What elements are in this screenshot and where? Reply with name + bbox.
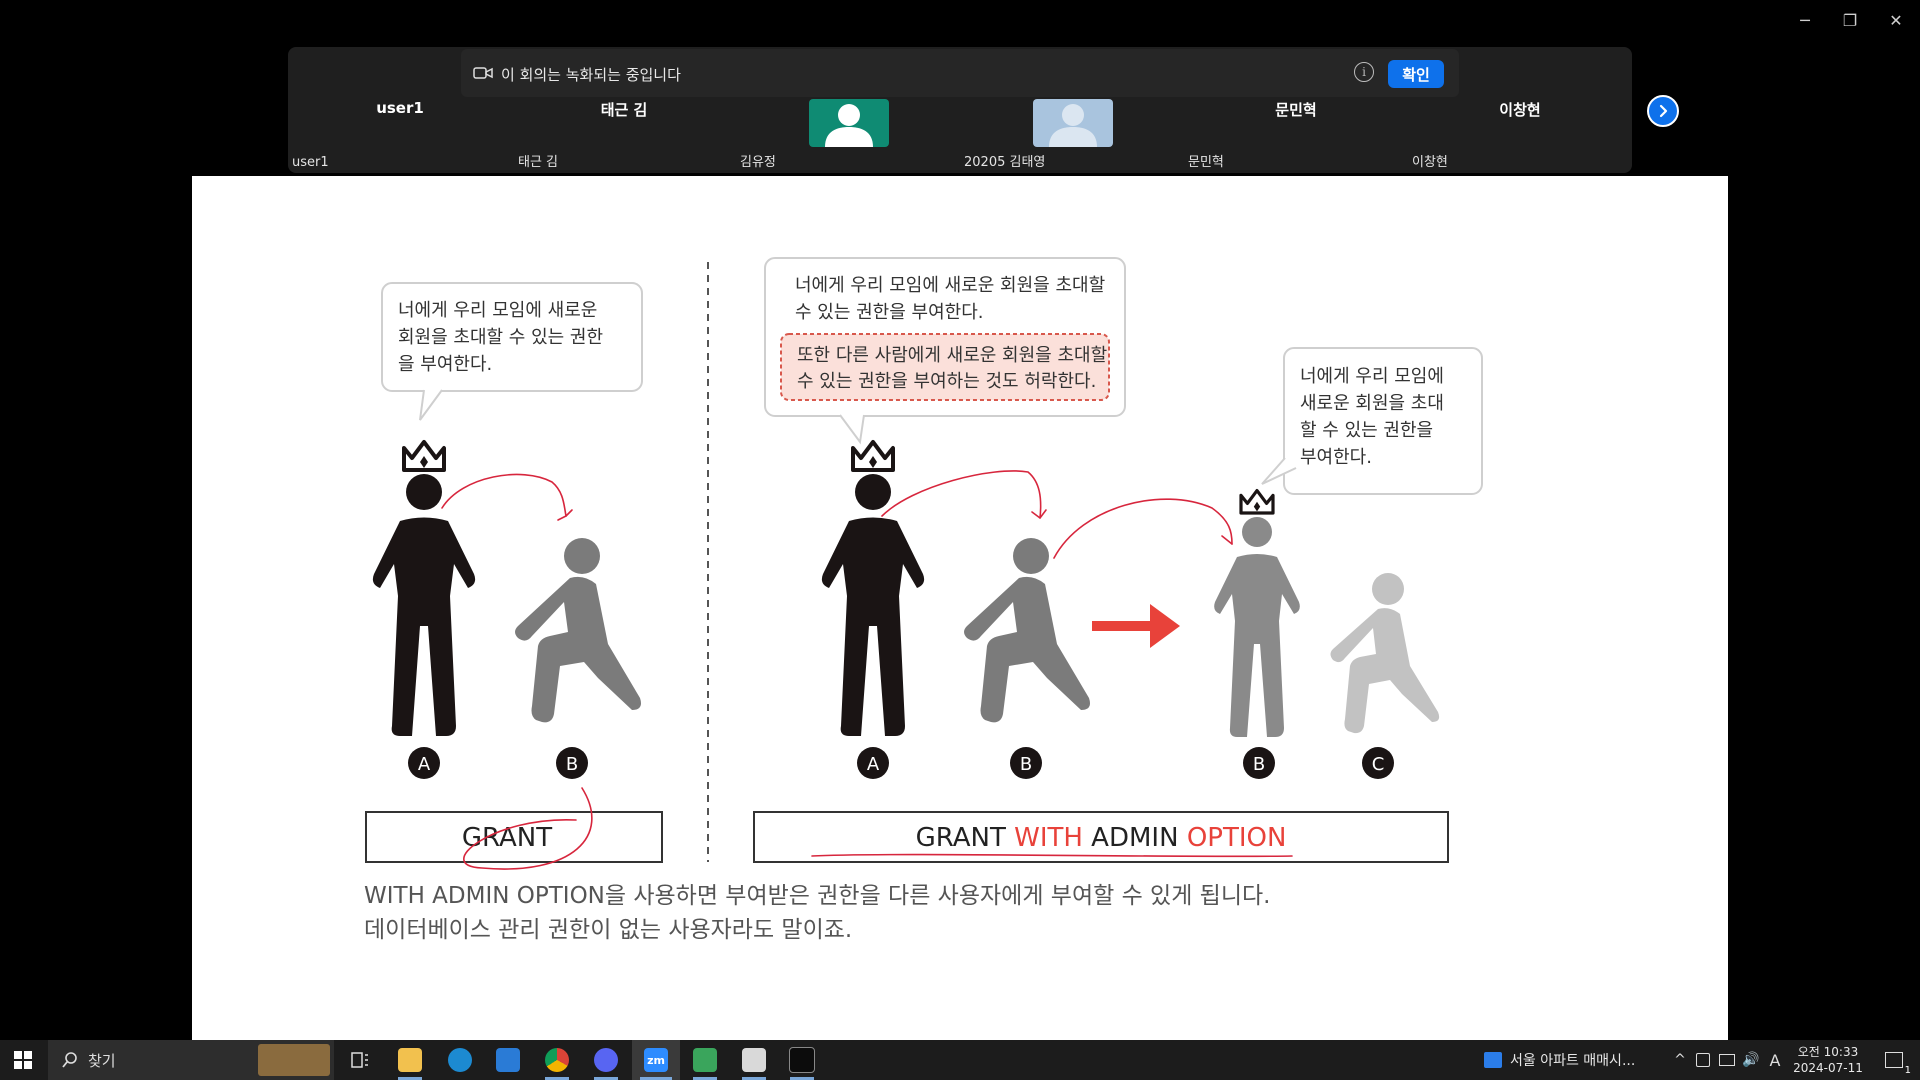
slide-illustration: 너에게 우리 모임에 새로운 회원을 초대할 수 있는 권한 을 부여한다. 너… [364,257,1483,943]
windows-logo-icon [14,1051,32,1069]
person-b-standing [1239,488,1275,515]
video-camera-icon [473,67,493,79]
speech-bubble-right: 너에게 우리 모임에 새로운 회원을 초대 할 수 있는 권한을 부여한다. [1261,347,1483,495]
person-a-left [372,440,476,736]
participant-name: 태근 김 [600,101,648,119]
minimize-button[interactable]: ─ [1785,8,1825,32]
svg-text:B: B [1020,754,1032,775]
next-page-button[interactable] [1647,95,1679,127]
clock[interactable]: 오전 10:33 2024-07-11 [1788,1040,1868,1080]
notepad-icon [742,1048,766,1072]
person-b-right [964,538,1090,723]
badge-b-standing: B [1243,747,1275,779]
start-button[interactable] [0,1040,46,1080]
svg-text:A: A [418,754,431,775]
network-icon[interactable] [1716,1040,1738,1080]
notification-count: 1 [1904,1065,1911,1076]
chevron-right-icon [1659,104,1668,118]
taskbar-discord[interactable] [586,1040,626,1080]
taskbar-app[interactable] [685,1040,725,1080]
taskbar-notepad[interactable] [734,1040,774,1080]
search-label: 찾기 [88,1052,116,1070]
zoom-icon: zm [644,1048,668,1072]
chrome-icon [545,1048,569,1072]
info-icon[interactable]: i [1354,62,1374,82]
volume-icon[interactable]: 🔊 [1740,1040,1762,1080]
taskbar-zoom[interactable]: zm [632,1040,680,1080]
taskbar-edge[interactable] [440,1040,480,1080]
participant-name: 이창현 [1499,101,1541,119]
show-hidden-icons[interactable]: ^ [1670,1040,1690,1080]
person-b-standing-body [1214,517,1300,737]
task-view-button[interactable] [340,1040,380,1080]
red-arrow [1092,604,1180,648]
discord-icon [594,1048,618,1072]
svg-text:GRANT: GRANT [462,823,552,853]
badge-a-left: A [408,747,440,779]
svg-text:B: B [1253,754,1265,775]
participant-name: user1 [376,99,424,117]
person-c [1330,573,1440,734]
avatar [1033,99,1113,147]
notification-center-button[interactable]: 1 [1874,1040,1914,1080]
app-icon [693,1048,717,1072]
speech-bubble-left: 너에게 우리 모임에 새로운 회원을 초대할 수 있는 권한 을 부여한다. [381,282,643,421]
badge-b-left: B [556,747,588,779]
participant-label: 태근 김 [518,155,559,170]
search-icon [62,1052,77,1068]
participant-label: 김유정 [740,155,776,170]
close-button[interactable]: ✕ [1876,8,1916,32]
taskbar-chrome[interactable] [537,1040,577,1080]
participant-label: 이창현 [1412,155,1448,170]
badge-c: C [1362,747,1394,779]
participant-label: user1 [292,155,329,170]
notification-icon: 1 [1885,1052,1911,1076]
news-text: 서울 아파트 매매시... [1510,1053,1636,1069]
svg-text:B: B [566,754,578,775]
store-icon [496,1048,520,1072]
shared-screen: 너에게 우리 모임에 새로운 회원을 초대할 수 있는 권한 을 부여한다. 너… [192,176,1728,1040]
participant-label: 문민혁 [1188,155,1224,170]
participant-name: 문민혁 [1275,101,1317,119]
caption-line-2: 데이터베이스 관리 권한이 없는 사용자라도 말이죠. [364,917,852,943]
taskbar: 찾기 zm 서울 아파트 매매시... ^ 🔊 A 오전 10:33 2024-… [0,1040,1920,1080]
edge-icon [448,1048,472,1072]
speech-bubble-middle: 너에게 우리 모임에 새로운 회원을 초대할 수 있는 권한을 부여한다. 또한… [764,257,1126,445]
grant-box: GRANT [365,811,663,863]
confirm-button[interactable]: 확인 [1388,60,1444,88]
taskbar-search[interactable]: 찾기 [48,1040,334,1080]
task-view-icon [351,1052,368,1068]
folder-icon [398,1048,422,1072]
news-icon [1484,1052,1502,1068]
caption-line-1: WITH ADMIN OPTION을 사용하면 부여받은 권한을 다른 사용자에… [364,883,1270,909]
clock-time: 오전 10:33 [1797,1045,1859,1059]
clock-date: 2024-07-11 [1793,1061,1863,1075]
participant-label: 20205 김태영 [964,155,1046,170]
meet-now-icon[interactable] [1692,1040,1714,1080]
recording-notice-text: 이 회의는 녹화되는 중입니다 [501,66,681,84]
ime-indicator[interactable]: A [1764,1040,1786,1080]
taskbar-explorer[interactable] [390,1040,430,1080]
badge-a-right: A [857,747,889,779]
restore-button[interactable]: ❐ [1830,8,1870,32]
svg-text:C: C [1372,754,1385,775]
search-highlight-image [258,1044,330,1076]
terminal-icon [789,1047,815,1073]
recording-banner: 이 회의는 녹화되는 중입니다 i 확인 [461,49,1459,97]
taskbar-store[interactable] [488,1040,528,1080]
badge-b-right: B [1010,747,1042,779]
svg-text:A: A [867,754,880,775]
avatar [809,99,889,147]
person-b-left [515,538,641,723]
taskbar-terminal[interactable] [782,1040,822,1080]
svg-text:GRANT WITH ADMIN OPTION: GRANT WITH ADMIN OPTION [916,823,1287,853]
person-a-right [821,440,925,736]
news-widget[interactable]: 서울 아파트 매매시... [1484,1040,1654,1080]
